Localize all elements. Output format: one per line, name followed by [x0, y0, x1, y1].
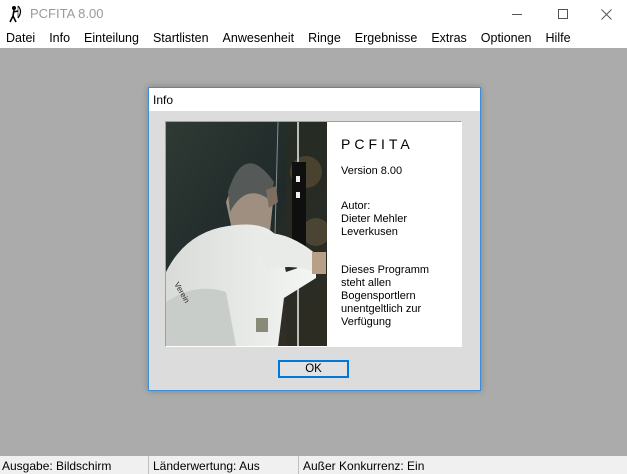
ok-button[interactable]: OK	[278, 360, 349, 378]
menu-optionen[interactable]: Optionen	[481, 31, 532, 45]
menu-hilfe[interactable]: Hilfe	[546, 31, 571, 45]
description-line: steht allen	[341, 277, 392, 289]
title-bar: PCFITA 8.00	[0, 0, 627, 28]
info-frame: Verein PCFITA Version 8.00 Autor: Dieter…	[165, 121, 462, 347]
status-separator	[148, 456, 149, 474]
dialog-title: Info	[153, 93, 174, 107]
maximize-icon	[558, 9, 568, 19]
description-line: Dieses Programm	[341, 264, 430, 276]
menu-datei[interactable]: Datei	[6, 31, 35, 45]
archer-icon[interactable]	[6, 5, 24, 23]
status-separator	[298, 456, 299, 474]
maximize-button[interactable]	[540, 0, 586, 28]
dialog-title-bar[interactable]: Info	[149, 88, 480, 111]
close-button[interactable]	[586, 0, 627, 28]
status-bar: Ausgabe: Bildschirm Länderwertung: Aus A…	[0, 456, 627, 474]
menu-info[interactable]: Info	[49, 31, 70, 45]
version-label: Version 8.00	[341, 165, 403, 177]
info-dialog: Info Verein PCFITA Version 8.00 Autor: D…	[148, 87, 481, 391]
menu-einteilung[interactable]: Einteilung	[84, 31, 139, 45]
author-city: Leverkusen	[341, 226, 398, 238]
menu-ringe[interactable]: Ringe	[308, 31, 341, 45]
archer-photo: Verein	[166, 122, 327, 346]
status-country-ranking: Länderwertung: Aus	[153, 459, 260, 473]
author-label: Autor:	[341, 200, 371, 212]
minimize-button[interactable]	[494, 0, 540, 28]
close-icon	[601, 8, 612, 20]
window-title: PCFITA 8.00	[30, 6, 104, 21]
minimize-icon	[512, 14, 522, 15]
description-line: Bogensportlern	[341, 290, 416, 302]
status-output: Ausgabe: Bildschirm	[2, 459, 112, 473]
info-text: PCFITA Version 8.00 Autor: Dieter Mehler…	[341, 136, 459, 329]
dialog-body: Verein PCFITA Version 8.00 Autor: Dieter…	[149, 111, 480, 390]
menu-extras[interactable]: Extras	[431, 31, 466, 45]
description-line: unentgeltlich zur	[341, 303, 422, 315]
product-name: PCFITA	[341, 136, 414, 152]
author-name: Dieter Mehler	[341, 213, 408, 225]
description-line: Verfügung	[341, 316, 392, 328]
menu-anwesenheit[interactable]: Anwesenheit	[223, 31, 295, 45]
menu-startlisten[interactable]: Startlisten	[153, 31, 209, 45]
menu-ergebnisse[interactable]: Ergebnisse	[355, 31, 418, 45]
menu-bar: Datei Info Einteilung Startlisten Anwese…	[0, 28, 627, 48]
status-out-of-competition: Außer Konkurrenz: Ein	[303, 459, 425, 473]
